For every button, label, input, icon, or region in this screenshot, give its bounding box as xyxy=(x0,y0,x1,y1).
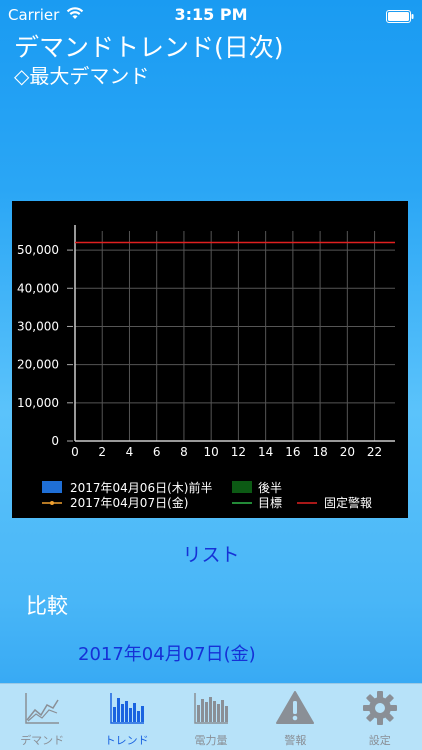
x-tick-label: 2 xyxy=(98,445,106,459)
compare-label: 比較 xyxy=(26,594,68,618)
tab-label: 電力量 xyxy=(194,734,228,747)
warning-icon xyxy=(276,690,315,730)
tab-label: デマンド xyxy=(20,734,65,747)
tab-label: 設定 xyxy=(368,734,391,747)
line-chart-icon xyxy=(23,690,61,730)
tab-settings[interactable]: 設定 xyxy=(338,684,422,750)
tab-trend[interactable]: トレンド xyxy=(84,684,168,750)
x-tick-label: 14 xyxy=(258,445,273,459)
tab-demand[interactable]: デマンド xyxy=(0,684,84,750)
status-bar: Carrier 3:15 PM xyxy=(0,0,422,30)
legend-swatch-first-half xyxy=(42,481,62,493)
x-tick-label: 4 xyxy=(126,445,134,459)
tab-bar: デマンド トレンド 電力量 警報 設定 xyxy=(0,683,422,750)
x-tick-label: 8 xyxy=(180,445,188,459)
legend-label-target: 目標 xyxy=(258,496,282,510)
bar-chart-icon xyxy=(108,690,146,730)
tab-label: トレンド xyxy=(104,734,149,747)
tab-energy[interactable]: 電力量 xyxy=(169,684,253,750)
y-tick-label: 40,000 xyxy=(17,281,59,295)
y-tick-label: 10,000 xyxy=(17,396,59,410)
chart-svg: 0 10,000 20,000 30,000 40,000 50,000 0 2 4 6 8 10 12… xyxy=(17,225,395,510)
page-subtitle: ◇最大デマンド xyxy=(14,64,150,88)
x-tick-label: 0 xyxy=(71,445,79,459)
x-tick-label: 6 xyxy=(153,445,161,459)
y-tick-label: 50,000 xyxy=(17,243,59,257)
legend-label-first-half: 2017年04月06日(木)前半 xyxy=(70,480,212,495)
compare-date-link[interactable]: 2017年04月07日(金) xyxy=(78,640,256,666)
bar-chart-icon xyxy=(192,690,230,730)
demand-trend-chart: 0 10,000 20,000 30,000 40,000 50,000 0 2 4 6 8 10 12… xyxy=(12,201,408,518)
legend-swatch-second-half xyxy=(232,481,252,493)
legend-label-second-half: 後半 xyxy=(258,481,282,495)
y-tick-label: 0 xyxy=(51,434,59,448)
x-tick-label: 16 xyxy=(285,445,300,459)
page-title: デマンドトレンド(日次) xyxy=(14,33,284,62)
battery-icon xyxy=(386,9,414,27)
status-time: 3:15 PM xyxy=(174,5,248,24)
legend-label-fixed-alarm: 固定警報 xyxy=(324,495,372,510)
tab-alarm[interactable]: 警報 xyxy=(253,684,337,750)
y-tick-label: 20,000 xyxy=(17,358,59,372)
legend-marker-compare-date xyxy=(50,501,54,505)
x-tick-label: 10 xyxy=(204,445,219,459)
x-tick-label: 22 xyxy=(367,445,382,459)
gear-icon xyxy=(361,690,399,730)
x-tick-label: 20 xyxy=(340,445,355,459)
tab-label: 警報 xyxy=(284,734,307,747)
x-tick-label: 18 xyxy=(312,445,327,459)
list-link[interactable]: リスト xyxy=(0,540,422,567)
x-tick-label: 12 xyxy=(231,445,246,459)
legend-label-compare-date: 2017年04月07日(金) xyxy=(70,495,188,510)
y-tick-label: 30,000 xyxy=(17,319,59,333)
